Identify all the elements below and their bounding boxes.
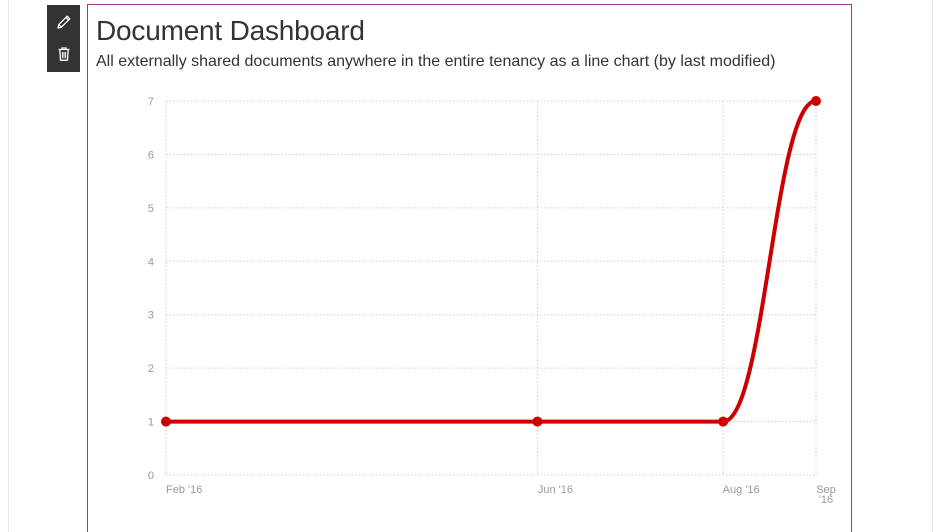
y-tick-label: 2 [148,363,154,375]
y-tick-label: 0 [148,470,154,482]
y-tick-label: 4 [148,256,154,268]
canvas-left-border [8,0,9,532]
data-point [811,96,821,106]
y-tick-label: 1 [148,417,154,429]
pencil-icon [56,15,70,29]
edit-webpart-button[interactable] [47,7,80,37]
canvas-right-border [932,0,933,532]
y-tick-label: 7 [148,96,154,108]
x-tick-label: Feb '16 [166,484,202,496]
y-tick-label: 6 [148,149,154,161]
webpart-toolbar [47,5,80,72]
page: Document Dashboard All externally shared… [0,0,945,532]
document-dashboard-webpart: Document Dashboard All externally shared… [87,4,852,532]
x-tick-label: Jun '16 [538,484,573,496]
data-point [161,416,171,427]
delete-webpart-button[interactable] [47,39,80,69]
x-tick-label: Aug '16 [723,484,760,496]
series-line [164,99,818,424]
data-point [718,416,729,427]
y-tick-label: 5 [148,203,154,215]
trash-icon [58,47,69,61]
x-tick-label: '16 [819,494,833,506]
data-point [532,416,543,427]
y-tick-label: 3 [148,310,154,322]
line-chart: 01234567Feb '16 Jun '16 Aug '16 Sep'16 [148,96,836,506]
